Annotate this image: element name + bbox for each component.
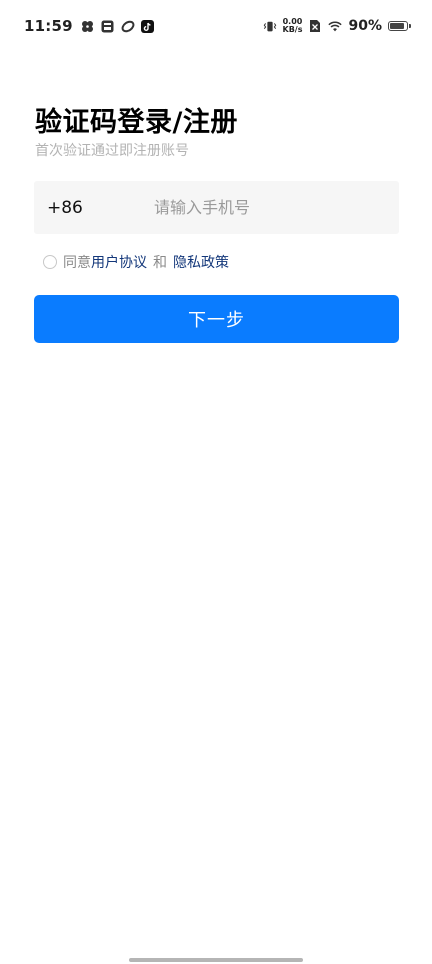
battery-fill [390,23,405,29]
agreement-checkbox[interactable] [43,255,57,269]
country-code-selector[interactable]: +86 [34,198,142,218]
status-time: 11:59 [24,17,73,35]
page-subtitle: 首次验证通过即注册账号 [35,143,189,159]
privacy-policy-link[interactable]: 隐私政策 [173,252,229,272]
agreement-row: 同意 用户协议 和 隐私政策 [43,252,229,272]
network-speed: 0.00 KB/s [283,18,303,34]
agreement-prefix: 同意 [63,255,91,271]
fan-icon [81,19,95,33]
user-agreement-link[interactable]: 用户协议 [91,252,147,272]
vibrate-icon [263,19,277,33]
battery-percent: 90% [348,18,382,34]
phone-number-input[interactable] [142,181,399,234]
inbox-app-icon [101,19,115,33]
login-screen: 11:59 0.00 KB/s 90% 验证码登录/注册 首次验证通过即注册账号… [0,0,432,964]
tiktok-icon [141,19,155,33]
home-indicator[interactable] [129,958,303,962]
phone-input-box: +86 [34,181,399,234]
no-sim-icon [308,19,322,33]
status-bar-left: 11:59 [24,17,155,35]
link-app-icon [121,19,135,33]
agreement-and: 和 [153,255,167,271]
battery-icon [388,21,411,31]
wifi-icon [328,19,343,33]
status-bar: 11:59 0.00 KB/s 90% [0,0,432,52]
page-title: 验证码登录/注册 [35,107,238,138]
network-speed-unit: KB/s [282,25,303,34]
next-step-button[interactable]: 下一步 [34,295,399,343]
status-bar-right: 0.00 KB/s 90% [263,18,411,34]
